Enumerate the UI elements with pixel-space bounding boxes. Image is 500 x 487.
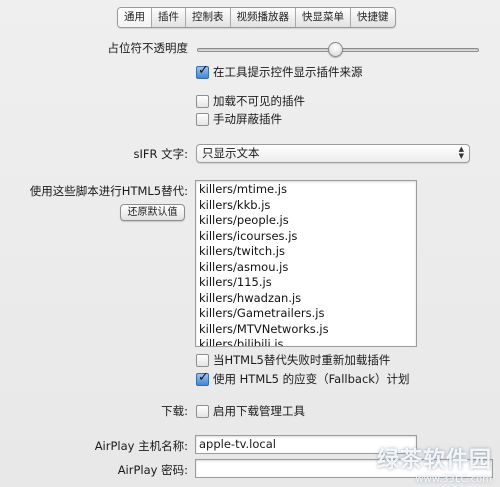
opacity-label: 占位符不透明度 — [107, 41, 189, 55]
show-source-checkbox-row[interactable]: 在工具提示控件显示插件来源 — [196, 63, 363, 80]
list-item[interactable]: killers/mtime.js — [199, 182, 416, 198]
manual-block-checkbox-row[interactable]: 手动屏蔽插件 — [196, 111, 282, 127]
list-item[interactable]: killers/hwadzan.js — [199, 291, 416, 307]
sifr-select[interactable]: 只显示文本 ▲ ▼ — [196, 144, 470, 163]
tab-shortcuts[interactable]: 快捷键 — [350, 8, 395, 27]
show-source-checkbox[interactable] — [196, 63, 209, 79]
airplay-host-input[interactable]: apple-tv.local — [195, 435, 417, 454]
manual-block-checkbox[interactable] — [196, 112, 209, 126]
slider-thumb[interactable] — [328, 42, 344, 57]
airplay-password-label: AirPlay 密码: — [117, 463, 188, 477]
list-item[interactable]: killers/twitch.js — [199, 244, 416, 260]
download-manager-checkbox[interactable] — [196, 404, 209, 418]
html5-scripts-label: 使用这些脚本进行HTML5替代: — [29, 184, 188, 198]
fallback-checkbox-row[interactable]: 使用 HTML5 的应变（Fallback）计划 — [196, 370, 410, 387]
sifr-selected-value: 只显示文本 — [202, 146, 260, 160]
list-item[interactable]: killers/icourses.js — [199, 229, 416, 245]
select-arrows-icon: ▲ ▼ — [458, 145, 464, 160]
reload-on-fail-checkbox-row[interactable]: 当HTML5替代失败时重新加载插件 — [196, 352, 390, 368]
reload-on-fail-label: 当HTML5替代失败时重新加载插件 — [213, 353, 391, 367]
list-item[interactable]: killers/kkb.js — [199, 198, 416, 214]
tab-context-menu[interactable]: 快显菜单 — [295, 8, 350, 27]
load-invisible-label: 加载不可见的插件 — [213, 94, 305, 108]
show-source-label: 在工具提示控件显示插件来源 — [213, 65, 363, 79]
list-item[interactable]: killers/115.js — [199, 275, 416, 291]
html5-scripts-list[interactable]: killers/mtime.js killers/kkb.js killers/… — [195, 180, 417, 347]
tab-general[interactable]: 通用 — [118, 8, 151, 27]
manual-block-label: 手动屏蔽插件 — [213, 112, 282, 126]
download-manager-label: 启用下载管理工具 — [213, 404, 305, 418]
list-item[interactable]: killers/MTVNetworks.js — [199, 322, 416, 338]
preferences-window: 通用 插件 控制表 视频播放器 快显菜单 快捷键 占位符不透明度 在工具提示控件… — [0, 0, 500, 487]
airplay-password-input[interactable] — [195, 459, 493, 478]
download-manager-checkbox-row[interactable]: 启用下载管理工具 — [196, 403, 305, 419]
list-item[interactable]: killers/people.js — [199, 213, 416, 229]
sifr-label: sIFR 文字: — [133, 147, 188, 161]
reload-on-fail-checkbox[interactable] — [196, 353, 209, 367]
download-label: 下载: — [161, 404, 188, 418]
fallback-label: 使用 HTML5 的应变（Fallback）计划 — [213, 372, 410, 386]
tab-bar: 通用 插件 控制表 视频播放器 快显菜单 快捷键 — [117, 7, 396, 28]
tab-plugins[interactable]: 插件 — [151, 8, 185, 27]
restore-defaults-button[interactable]: 还原默认值 — [120, 204, 185, 221]
opacity-slider[interactable] — [197, 42, 479, 57]
load-invisible-checkbox[interactable] — [196, 94, 209, 108]
load-invisible-checkbox-row[interactable]: 加载不可见的插件 — [196, 93, 305, 109]
tab-control-table[interactable]: 控制表 — [185, 8, 230, 27]
list-item[interactable]: killers/asmou.js — [199, 260, 416, 276]
tab-video-player[interactable]: 视频播放器 — [229, 8, 296, 27]
airplay-host-label: AirPlay 主机名称: — [94, 439, 188, 453]
fallback-checkbox[interactable] — [196, 370, 209, 386]
list-item[interactable]: killers/bilibili.js — [199, 337, 416, 346]
list-item[interactable]: killers/Gametrailers.js — [199, 306, 416, 322]
